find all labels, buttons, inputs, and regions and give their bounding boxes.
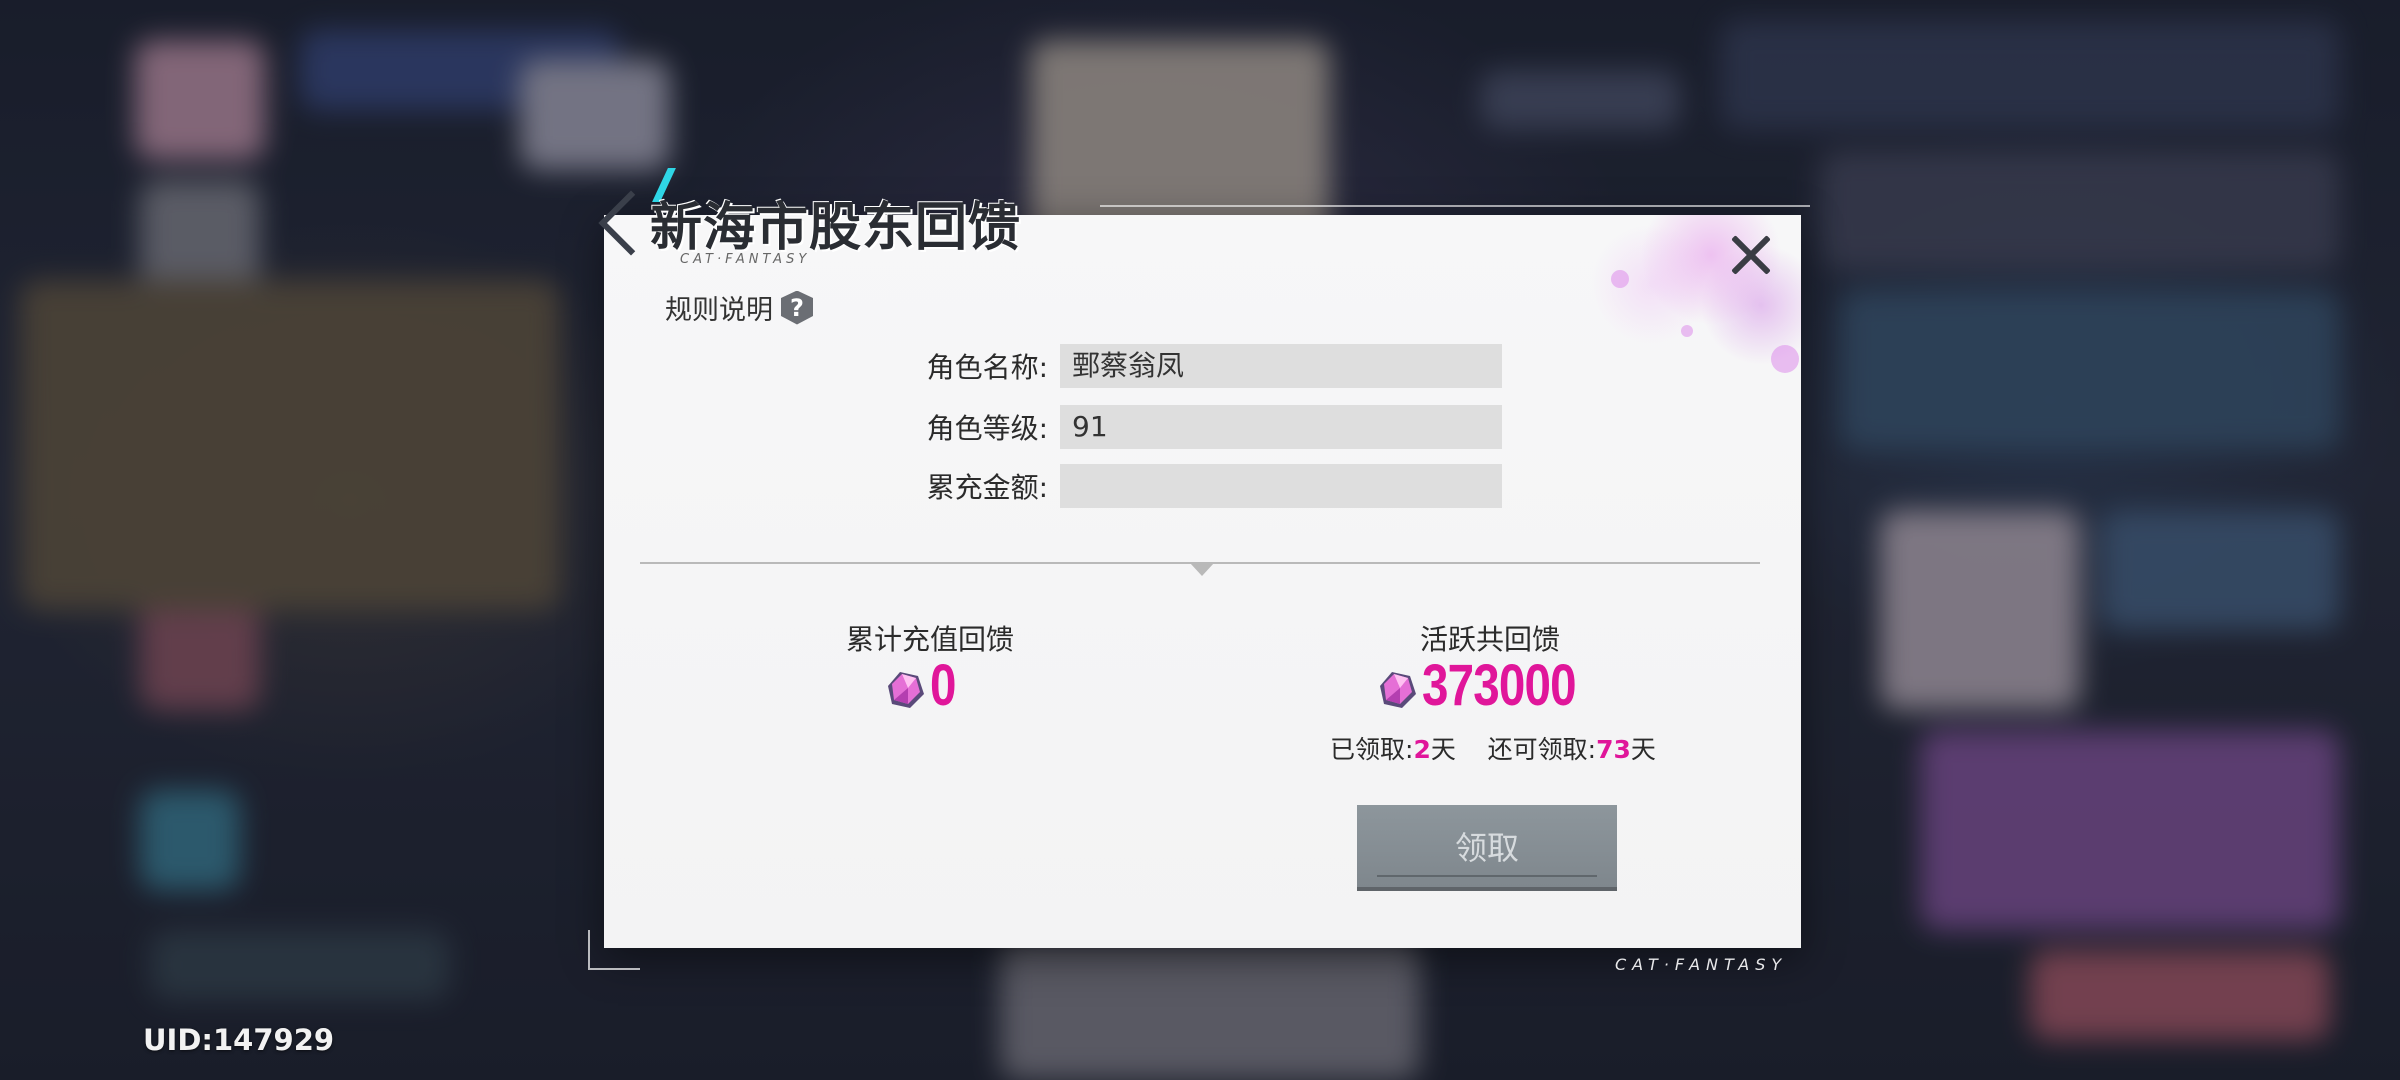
rules-label: 规则说明 xyxy=(665,295,773,326)
role-level-label: 角色等级: xyxy=(926,412,1048,445)
role-name-field: 鄄蔡翁凤 xyxy=(1060,344,1502,388)
recharge-total-field xyxy=(1060,464,1502,508)
dialog-header: 新海市股东回馈 CAT·FANTASY xyxy=(598,160,1160,290)
remaining-label: 还可领取: xyxy=(1487,735,1597,764)
player-uid: UID:147929 xyxy=(143,1023,335,1057)
recharge-total-label: 累充金额: xyxy=(926,471,1048,504)
claimed-days: 2 xyxy=(1413,735,1431,764)
claim-button[interactable]: 领取 xyxy=(1357,805,1617,887)
brand-footer: CAT·FANTASY xyxy=(1615,955,1788,974)
close-icon[interactable] xyxy=(1720,225,1780,285)
role-name-row: 角色名称: 鄄蔡翁凤 xyxy=(890,344,1502,388)
role-level-field: 91 xyxy=(1060,405,1502,449)
rules-button[interactable]: 规则说明 ? xyxy=(665,288,813,327)
corner-bracket-decoration xyxy=(588,930,640,970)
diamond-icon xyxy=(888,672,924,708)
role-level-row: 角色等级: 91 xyxy=(890,405,1502,449)
splash-dot xyxy=(1771,345,1799,373)
title-underline xyxy=(1100,205,1810,207)
splash-dot xyxy=(1681,325,1693,337)
title-brand-subtext: CAT·FANTASY xyxy=(680,252,811,267)
claimed-label: 已领取: xyxy=(1330,735,1414,764)
recharge-reward-amount: 0 xyxy=(930,653,956,718)
question-icon: ? xyxy=(781,290,813,325)
remaining-days: 73 xyxy=(1596,735,1631,764)
claim-status: 已领取:2天 还可领取:73天 xyxy=(1330,730,1656,766)
splash-dot xyxy=(1611,270,1629,288)
role-name-label: 角色名称: xyxy=(926,351,1048,384)
diamond-icon xyxy=(1380,672,1416,708)
claimed-unit: 天 xyxy=(1430,735,1456,764)
remaining-unit: 天 xyxy=(1630,735,1656,764)
divider-notch-icon xyxy=(1190,563,1214,576)
recharge-total-row: 累充金额: xyxy=(890,464,1502,508)
active-reward-amount: 373000 xyxy=(1422,653,1577,718)
dialog-title: 新海市股东回馈 xyxy=(650,198,1022,258)
